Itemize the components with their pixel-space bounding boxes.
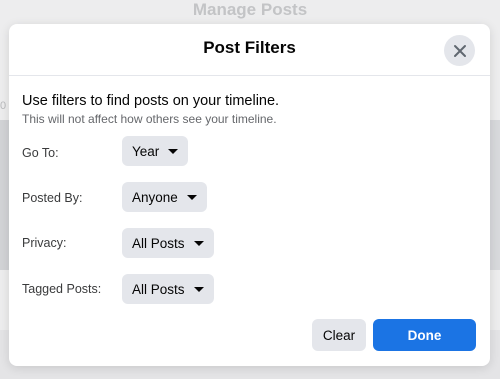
background-page-title: Manage Posts	[192, 0, 308, 19]
caret-down-icon	[186, 194, 197, 200]
filter-label-tagged-posts: Tagged Posts:	[22, 282, 102, 296]
done-button[interactable]: Done	[373, 319, 476, 351]
caret-down-icon	[168, 148, 179, 154]
caret-down-icon	[193, 286, 204, 292]
filter-label-posted-by: Posted By:	[22, 191, 83, 205]
dialog-title: Post Filters	[203, 38, 296, 57]
clear-button[interactable]: Clear	[312, 319, 366, 351]
filter-label-privacy: Privacy:	[22, 236, 67, 250]
filter-label-go-to: Go To:	[22, 146, 59, 160]
post-filters-dialog: Post Filters Use filters to find posts o…	[9, 24, 490, 366]
close-icon	[453, 44, 466, 57]
go-to-dropdown[interactable]: Year	[122, 136, 189, 166]
caret-down-icon	[193, 240, 204, 246]
intro-subtext: This will not affect how others see your…	[22, 112, 277, 126]
posted-by-dropdown[interactable]: Anyone	[122, 182, 207, 212]
dialog-header: Post Filters	[9, 24, 490, 76]
tagged-posts-dropdown[interactable]: All Posts	[122, 274, 214, 304]
dropdown-value: Anyone	[132, 189, 178, 205]
close-button[interactable]	[444, 35, 475, 66]
dropdown-value: Year	[132, 143, 160, 159]
background-partial-text: 0	[0, 100, 7, 112]
dropdown-value: All Posts	[132, 281, 185, 297]
privacy-dropdown[interactable]: All Posts	[122, 228, 214, 258]
dropdown-value: All Posts	[132, 235, 185, 251]
intro-heading: Use filters to find posts on your timeli…	[22, 93, 280, 109]
